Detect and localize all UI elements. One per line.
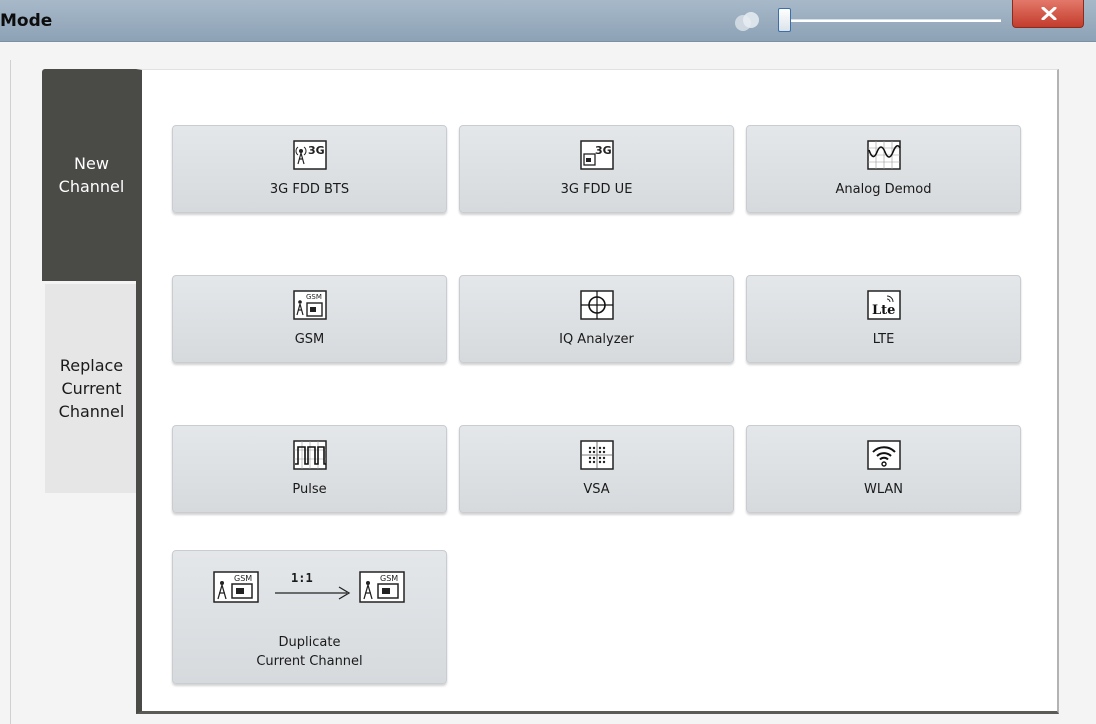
dialog-edge bbox=[10, 60, 11, 724]
transparency-icon[interactable] bbox=[729, 8, 767, 34]
title-bar: Mode bbox=[0, 0, 1096, 42]
svg-text:3G: 3G bbox=[308, 144, 325, 157]
arrow-right-icon bbox=[275, 586, 351, 600]
mode-button-wlan[interactable]: WLAN bbox=[746, 425, 1021, 513]
svg-text:3G: 3G bbox=[595, 144, 612, 157]
mode-label: WLAN bbox=[863, 482, 903, 497]
slider-track[interactable] bbox=[786, 19, 1001, 22]
transparency-slider[interactable] bbox=[778, 8, 1003, 34]
gsm-icon: GSM bbox=[213, 571, 259, 603]
vsa-icon bbox=[579, 440, 614, 470]
3g-fdd-ue-icon: 3G bbox=[579, 140, 614, 170]
duplicate-current-channel-button[interactable]: GSM 1:1 GSM Duplicate Current Channel bbox=[172, 550, 447, 684]
close-button[interactable] bbox=[1012, 0, 1084, 28]
mode-label: Pulse bbox=[292, 482, 327, 497]
duplicate-label: Duplicate Current Channel bbox=[173, 633, 446, 671]
pulse-icon bbox=[292, 440, 327, 470]
mode-button-iq-analyzer[interactable]: IQ Analyzer bbox=[459, 275, 734, 363]
mode-button-vsa[interactable]: VSA bbox=[459, 425, 734, 513]
mode-button-pulse[interactable]: Pulse bbox=[172, 425, 447, 513]
mode-button-3g-fdd-ue[interactable]: 3G 3G FDD UE bbox=[459, 125, 734, 213]
gsm-icon: GSM bbox=[359, 571, 405, 603]
mode-label: 3G FDD BTS bbox=[269, 182, 350, 197]
tab-new-channel[interactable]: New Channel bbox=[42, 69, 141, 281]
mode-button-3g-fdd-bts[interactable]: 3G 3G FDD BTS bbox=[172, 125, 447, 213]
svg-text:Lte: Lte bbox=[872, 303, 895, 318]
mode-button-analog-demod[interactable]: Analog Demod bbox=[746, 125, 1021, 213]
svg-text:GSM: GSM bbox=[380, 574, 398, 583]
tab-label: Replace bbox=[59, 356, 124, 375]
mode-label: 3G FDD UE bbox=[560, 182, 633, 197]
3g-fdd-bts-icon: 3G bbox=[292, 140, 327, 170]
mode-label: Analog Demod bbox=[835, 182, 932, 197]
mode-button-gsm[interactable]: GSM GSM bbox=[172, 275, 447, 363]
wlan-icon bbox=[866, 440, 901, 470]
mode-label: GSM bbox=[294, 332, 325, 347]
tab-label: Channel bbox=[58, 177, 125, 196]
tab-label: New bbox=[74, 154, 109, 173]
tab-label: Channel bbox=[58, 402, 125, 421]
gsm-icon: GSM bbox=[292, 290, 327, 320]
slider-handle[interactable] bbox=[778, 8, 791, 32]
lte-icon: Lte bbox=[866, 290, 901, 320]
tab-replace-current-channel[interactable]: Replace Current Channel bbox=[45, 284, 138, 493]
iq-analyzer-icon bbox=[579, 290, 614, 320]
mode-label: VSA bbox=[583, 482, 610, 497]
duplicate-label-line: Duplicate bbox=[278, 635, 341, 650]
close-icon bbox=[1041, 7, 1057, 20]
mode-button-lte[interactable]: Lte LTE bbox=[746, 275, 1021, 363]
analog-demod-icon bbox=[866, 140, 901, 170]
window-title: Mode bbox=[0, 11, 53, 31]
mode-label: IQ Analyzer bbox=[559, 332, 634, 347]
duplicate-label-line: Current Channel bbox=[256, 654, 363, 669]
svg-text:GSM: GSM bbox=[306, 293, 322, 301]
svg-text:GSM: GSM bbox=[234, 574, 252, 583]
mode-label: LTE bbox=[872, 332, 895, 347]
tab-label: Current bbox=[61, 379, 122, 398]
